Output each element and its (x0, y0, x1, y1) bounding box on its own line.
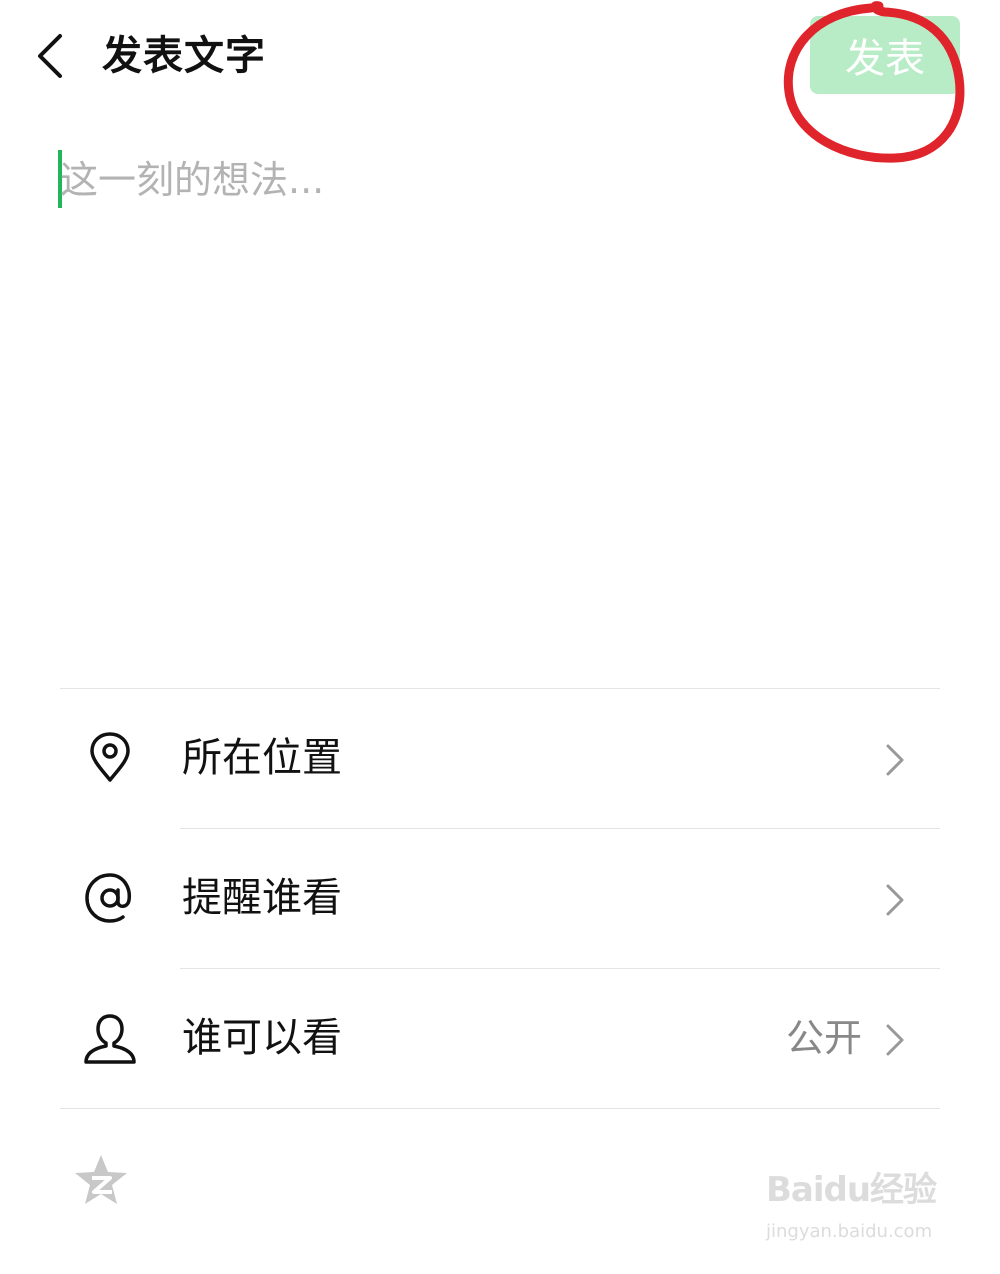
divider (180, 828, 940, 829)
input-placeholder: 这一刻的想法... (60, 158, 325, 202)
page-title: 发表文字 (102, 33, 266, 79)
visibility-value: 公开 (785, 1016, 862, 1060)
chevron-right-icon (886, 744, 904, 776)
chevron-left-icon (38, 34, 62, 78)
watermark-logo-text: Baidu经验 (766, 1170, 937, 1210)
option-label: 提醒谁看 (182, 875, 342, 921)
watermark-url: jingyan.baidu.com (766, 1221, 933, 1242)
back-button[interactable] (28, 26, 78, 86)
person-icon (84, 1014, 136, 1064)
divider (60, 688, 940, 689)
at-sign-icon (85, 873, 131, 923)
qzone-star-icon[interactable] (72, 1152, 130, 1210)
chevron-right-icon (886, 1024, 904, 1056)
option-mention[interactable]: 提醒谁看 (60, 830, 940, 968)
top-bar: 发表文字 发表 (0, 0, 1000, 163)
location-pin-icon (90, 732, 130, 782)
post-text-input[interactable]: 这一刻的想法... (58, 150, 938, 670)
option-label: 谁可以看 (182, 1015, 342, 1061)
option-location[interactable]: 所在位置 (60, 690, 940, 828)
divider (180, 968, 940, 969)
baidu-watermark: Baidu经验 jingyan.baidu.com (766, 1168, 946, 1258)
chevron-right-icon (886, 884, 904, 916)
publish-button[interactable]: 发表 (810, 16, 960, 94)
divider (60, 1108, 940, 1109)
option-visibility[interactable]: 谁可以看 公开 (60, 970, 940, 1108)
option-label: 所在位置 (182, 735, 342, 781)
